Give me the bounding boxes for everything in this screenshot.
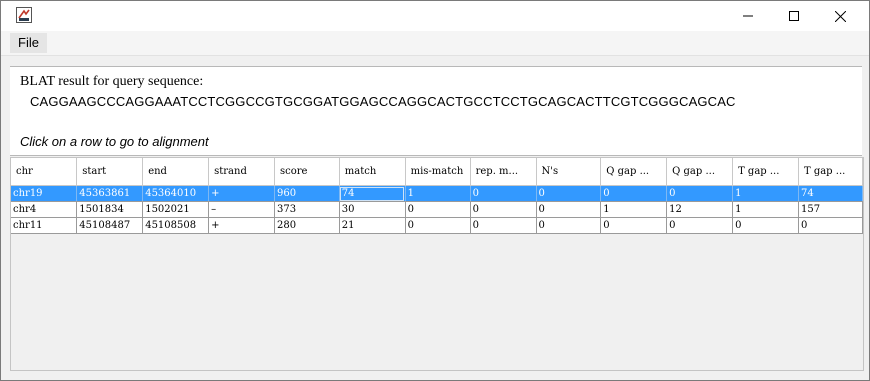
table-cell[interactable]: 373	[274, 201, 340, 218]
table-cell[interactable]: 0	[405, 201, 471, 218]
table-cell[interactable]: 960	[274, 185, 340, 202]
table-cell[interactable]: +	[208, 185, 275, 202]
table-cell[interactable]: 0	[405, 217, 471, 234]
menu-bar: File	[1, 31, 869, 56]
table-cell[interactable]: chr19	[11, 185, 78, 202]
table-cell[interactable]: 0	[666, 185, 734, 202]
table-cell[interactable]: 45108487	[76, 217, 144, 234]
column-header[interactable]: strand	[208, 158, 275, 186]
table-cell[interactable]: 30	[339, 201, 406, 218]
column-header[interactable]: chr	[11, 158, 78, 186]
table-body: chr19 45363861 45364010 +960 74 1 0 0 0 0 1 74 chr4 1…	[11, 185, 864, 234]
column-header[interactable]: start	[76, 158, 144, 186]
table-row[interactable]: chr19 45363861 45364010 +960 74 1 0 0 0 0 1 74	[11, 185, 864, 202]
app-window: File BLAT result for query sequence: CAG…	[0, 0, 870, 381]
close-button[interactable]	[817, 1, 863, 31]
table-header-row: chr start end strand score match mis-match rep.…	[11, 158, 864, 186]
table-cell[interactable]: 1501834	[76, 201, 144, 218]
table-cell[interactable]: 0	[798, 217, 864, 234]
table-cell[interactable]: 74	[339, 185, 406, 202]
table-cell[interactable]: chr4	[11, 201, 78, 218]
query-info-panel: BLAT result for query sequence: CAGGAAGC…	[10, 66, 862, 156]
table-row[interactable]: chr11 45108487 45108508 +280 21 0 0 0 0 0 0 0	[11, 217, 864, 234]
java-app-icon	[16, 7, 32, 23]
results-table-area: chr start end strand score match mis-match rep.…	[10, 157, 864, 371]
table-cell[interactable]: 45108508	[142, 217, 210, 234]
table-cell[interactable]: –	[208, 201, 275, 218]
maximize-icon	[789, 11, 799, 21]
column-header[interactable]: match	[339, 158, 406, 186]
table-cell[interactable]: 1	[732, 185, 799, 202]
table-cell[interactable]: 45364010	[142, 185, 210, 202]
query-sequence: CAGGAAGCCCAGGAAATCCTCGGCCGTGCGGATGGAGCCA…	[30, 94, 736, 109]
table-cell[interactable]: 0	[536, 185, 602, 202]
table-cell[interactable]: 12	[666, 201, 734, 218]
result-title: BLAT result for query sequence:	[20, 74, 204, 89]
close-icon	[834, 10, 846, 22]
column-header[interactable]: rep. m...	[470, 158, 537, 186]
column-header[interactable]: Q gap ...	[600, 158, 668, 186]
title-bar[interactable]	[1, 1, 869, 31]
column-header[interactable]: score	[274, 158, 340, 186]
table-cell[interactable]: chr11	[11, 217, 78, 234]
column-header[interactable]: mis-match	[405, 158, 471, 186]
table-cell[interactable]: 21	[339, 217, 406, 234]
menu-file[interactable]: File	[10, 33, 47, 53]
results-table: chr start end strand score match mis-match rep.…	[11, 158, 864, 234]
column-header[interactable]: T gap ...	[732, 158, 799, 186]
table-cell[interactable]: 45363861	[76, 185, 144, 202]
table-row[interactable]: chr4 1501834 1502021–373 30 0 0 0 1 12 1 157	[11, 201, 864, 218]
table-cell[interactable]: 0	[536, 217, 602, 234]
maximize-button[interactable]	[771, 1, 817, 31]
table-cell[interactable]: 0	[470, 185, 537, 202]
table-cell[interactable]: 0	[536, 201, 602, 218]
minimize-icon	[743, 15, 753, 17]
column-header[interactable]: N's	[536, 158, 602, 186]
table-cell[interactable]: 0	[470, 217, 537, 234]
table-cell[interactable]: 1	[405, 185, 471, 202]
table-cell[interactable]: 0	[666, 217, 734, 234]
column-header[interactable]: end	[142, 158, 210, 186]
table-cell[interactable]: 157	[798, 201, 864, 218]
table-cell[interactable]: 1502021	[142, 201, 210, 218]
table-cell[interactable]: 1	[732, 201, 799, 218]
table-cell[interactable]: 1	[600, 201, 668, 218]
table-cell[interactable]: 0	[470, 201, 537, 218]
minimize-button[interactable]	[725, 1, 771, 31]
table-cell[interactable]: 0	[600, 185, 668, 202]
table-cell[interactable]: +	[208, 217, 275, 234]
table-cell[interactable]: 74	[798, 185, 864, 202]
alignment-hint: Click on a row to go to alignment	[20, 134, 209, 149]
column-header[interactable]: Q gap ...	[666, 158, 734, 186]
column-header[interactable]: T gap ...	[798, 158, 864, 186]
table-cell[interactable]: 0	[600, 217, 668, 234]
table-cell[interactable]: 0	[732, 217, 799, 234]
table-cell[interactable]: 280	[274, 217, 340, 234]
